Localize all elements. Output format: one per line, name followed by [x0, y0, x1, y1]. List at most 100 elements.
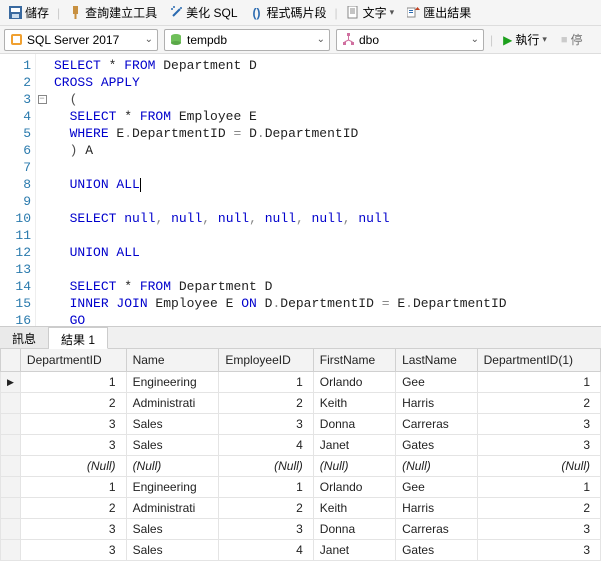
- cell[interactable]: 2: [20, 393, 126, 414]
- code-area[interactable]: SELECT * FROM Department DCROSS APPLY ( …: [48, 54, 601, 326]
- cell[interactable]: Sales: [126, 519, 219, 540]
- row-handle[interactable]: [1, 498, 21, 519]
- database-dropdown[interactable]: tempdb ⌄: [164, 29, 330, 51]
- cell[interactable]: Sales: [126, 414, 219, 435]
- cell[interactable]: 2: [20, 498, 126, 519]
- table-row[interactable]: 2Administrati2KeithHarris2: [1, 393, 601, 414]
- cell[interactable]: 4: [219, 540, 313, 561]
- column-header[interactable]: DepartmentID(1): [477, 349, 600, 372]
- row-handle[interactable]: [1, 435, 21, 456]
- cell[interactable]: Janet: [313, 435, 395, 456]
- row-handle[interactable]: [1, 414, 21, 435]
- schema-dropdown[interactable]: dbo ⌄: [336, 29, 484, 51]
- row-handle[interactable]: [1, 456, 21, 477]
- cell[interactable]: Janet: [313, 540, 395, 561]
- cell[interactable]: 3: [219, 519, 313, 540]
- cell[interactable]: (Null): [313, 456, 395, 477]
- cell[interactable]: 2: [219, 498, 313, 519]
- cell[interactable]: 3: [477, 540, 600, 561]
- cell[interactable]: (Null): [219, 456, 313, 477]
- column-header[interactable]: Name: [126, 349, 219, 372]
- snippet-label: 程式碼片段: [267, 4, 327, 21]
- cell[interactable]: Engineering: [126, 372, 219, 393]
- row-handle[interactable]: ▶: [1, 372, 21, 393]
- table-row[interactable]: ▶1Engineering1OrlandoGee1: [1, 372, 601, 393]
- cell[interactable]: Carreras: [396, 519, 478, 540]
- row-handle[interactable]: [1, 519, 21, 540]
- table-row[interactable]: 3Sales3DonnaCarreras3: [1, 414, 601, 435]
- cell[interactable]: 3: [20, 519, 126, 540]
- row-handle[interactable]: [1, 393, 21, 414]
- cell[interactable]: (Null): [20, 456, 126, 477]
- tab-messages[interactable]: 訊息: [0, 327, 49, 348]
- cell[interactable]: Gee: [396, 372, 478, 393]
- column-header[interactable]: FirstName: [313, 349, 395, 372]
- run-button[interactable]: ▶ 執行 ▾: [499, 29, 551, 50]
- cell[interactable]: Keith: [313, 498, 395, 519]
- cell[interactable]: Sales: [126, 540, 219, 561]
- cell[interactable]: Donna: [313, 414, 395, 435]
- cell[interactable]: 2: [477, 498, 600, 519]
- cell[interactable]: 2: [477, 393, 600, 414]
- cell[interactable]: 3: [219, 414, 313, 435]
- table-row[interactable]: 3Sales4JanetGates3: [1, 540, 601, 561]
- cell[interactable]: 3: [477, 435, 600, 456]
- row-handle[interactable]: [1, 477, 21, 498]
- column-header[interactable]: DepartmentID: [20, 349, 126, 372]
- cell[interactable]: Orlando: [313, 477, 395, 498]
- save-button[interactable]: 儲存: [4, 2, 53, 23]
- cell[interactable]: Gates: [396, 540, 478, 561]
- snippet-button[interactable]: () 程式碼片段: [246, 2, 331, 23]
- table-row[interactable]: 3Sales3DonnaCarreras3: [1, 519, 601, 540]
- wand-icon: [169, 6, 183, 20]
- cell[interactable]: 4: [219, 435, 313, 456]
- table-row[interactable]: 2Administrati2KeithHarris2: [1, 498, 601, 519]
- cell[interactable]: Administrati: [126, 498, 219, 519]
- beautify-button[interactable]: 美化 SQL: [165, 2, 241, 23]
- schema-icon: [341, 33, 355, 47]
- query-builder-label: 查詢建立工具: [85, 4, 157, 21]
- export-button[interactable]: 匯出結果: [402, 2, 475, 23]
- cell[interactable]: 1: [20, 477, 126, 498]
- cell[interactable]: 3: [477, 519, 600, 540]
- cell[interactable]: Administrati: [126, 393, 219, 414]
- cell[interactable]: Keith: [313, 393, 395, 414]
- cell[interactable]: (Null): [396, 456, 478, 477]
- table-row[interactable]: 1Engineering1OrlandoGee1: [1, 477, 601, 498]
- cell[interactable]: 1: [219, 477, 313, 498]
- cell[interactable]: Sales: [126, 435, 219, 456]
- cell[interactable]: Carreras: [396, 414, 478, 435]
- column-header[interactable]: LastName: [396, 349, 478, 372]
- cell[interactable]: 1: [219, 372, 313, 393]
- cell[interactable]: 1: [477, 372, 600, 393]
- cell[interactable]: Donna: [313, 519, 395, 540]
- results-grid[interactable]: DepartmentIDNameEmployeeIDFirstNameLastN…: [0, 348, 601, 561]
- cell[interactable]: Gates: [396, 435, 478, 456]
- cell[interactable]: Harris: [396, 498, 478, 519]
- cell[interactable]: 1: [477, 477, 600, 498]
- cell[interactable]: 1: [20, 372, 126, 393]
- cell[interactable]: Harris: [396, 393, 478, 414]
- table-row[interactable]: 3Sales4JanetGates3: [1, 435, 601, 456]
- stop-button[interactable]: ■ 停: [557, 29, 587, 50]
- cell[interactable]: (Null): [126, 456, 219, 477]
- cell[interactable]: Orlando: [313, 372, 395, 393]
- cell[interactable]: 3: [20, 414, 126, 435]
- cell[interactable]: 3: [20, 435, 126, 456]
- cell[interactable]: Engineering: [126, 477, 219, 498]
- column-header[interactable]: EmployeeID: [219, 349, 313, 372]
- table-row[interactable]: (Null)(Null)(Null)(Null)(Null)(Null): [1, 456, 601, 477]
- save-label: 儲存: [25, 4, 49, 21]
- sql-editor[interactable]: 12345678910111213141516 − SELECT * FROM …: [0, 54, 601, 326]
- cell[interactable]: 3: [20, 540, 126, 561]
- cell[interactable]: 3: [477, 414, 600, 435]
- row-handle[interactable]: [1, 540, 21, 561]
- chevron-down-icon: ▾: [390, 7, 395, 18]
- tab-result1[interactable]: 結果 1: [49, 327, 108, 349]
- cell[interactable]: 2: [219, 393, 313, 414]
- cell[interactable]: Gee: [396, 477, 478, 498]
- cell[interactable]: (Null): [477, 456, 600, 477]
- query-builder-button[interactable]: 查詢建立工具: [64, 2, 161, 23]
- text-button[interactable]: 文字 ▾: [342, 2, 399, 23]
- server-dropdown[interactable]: SQL Server 2017 ⌄: [4, 29, 158, 51]
